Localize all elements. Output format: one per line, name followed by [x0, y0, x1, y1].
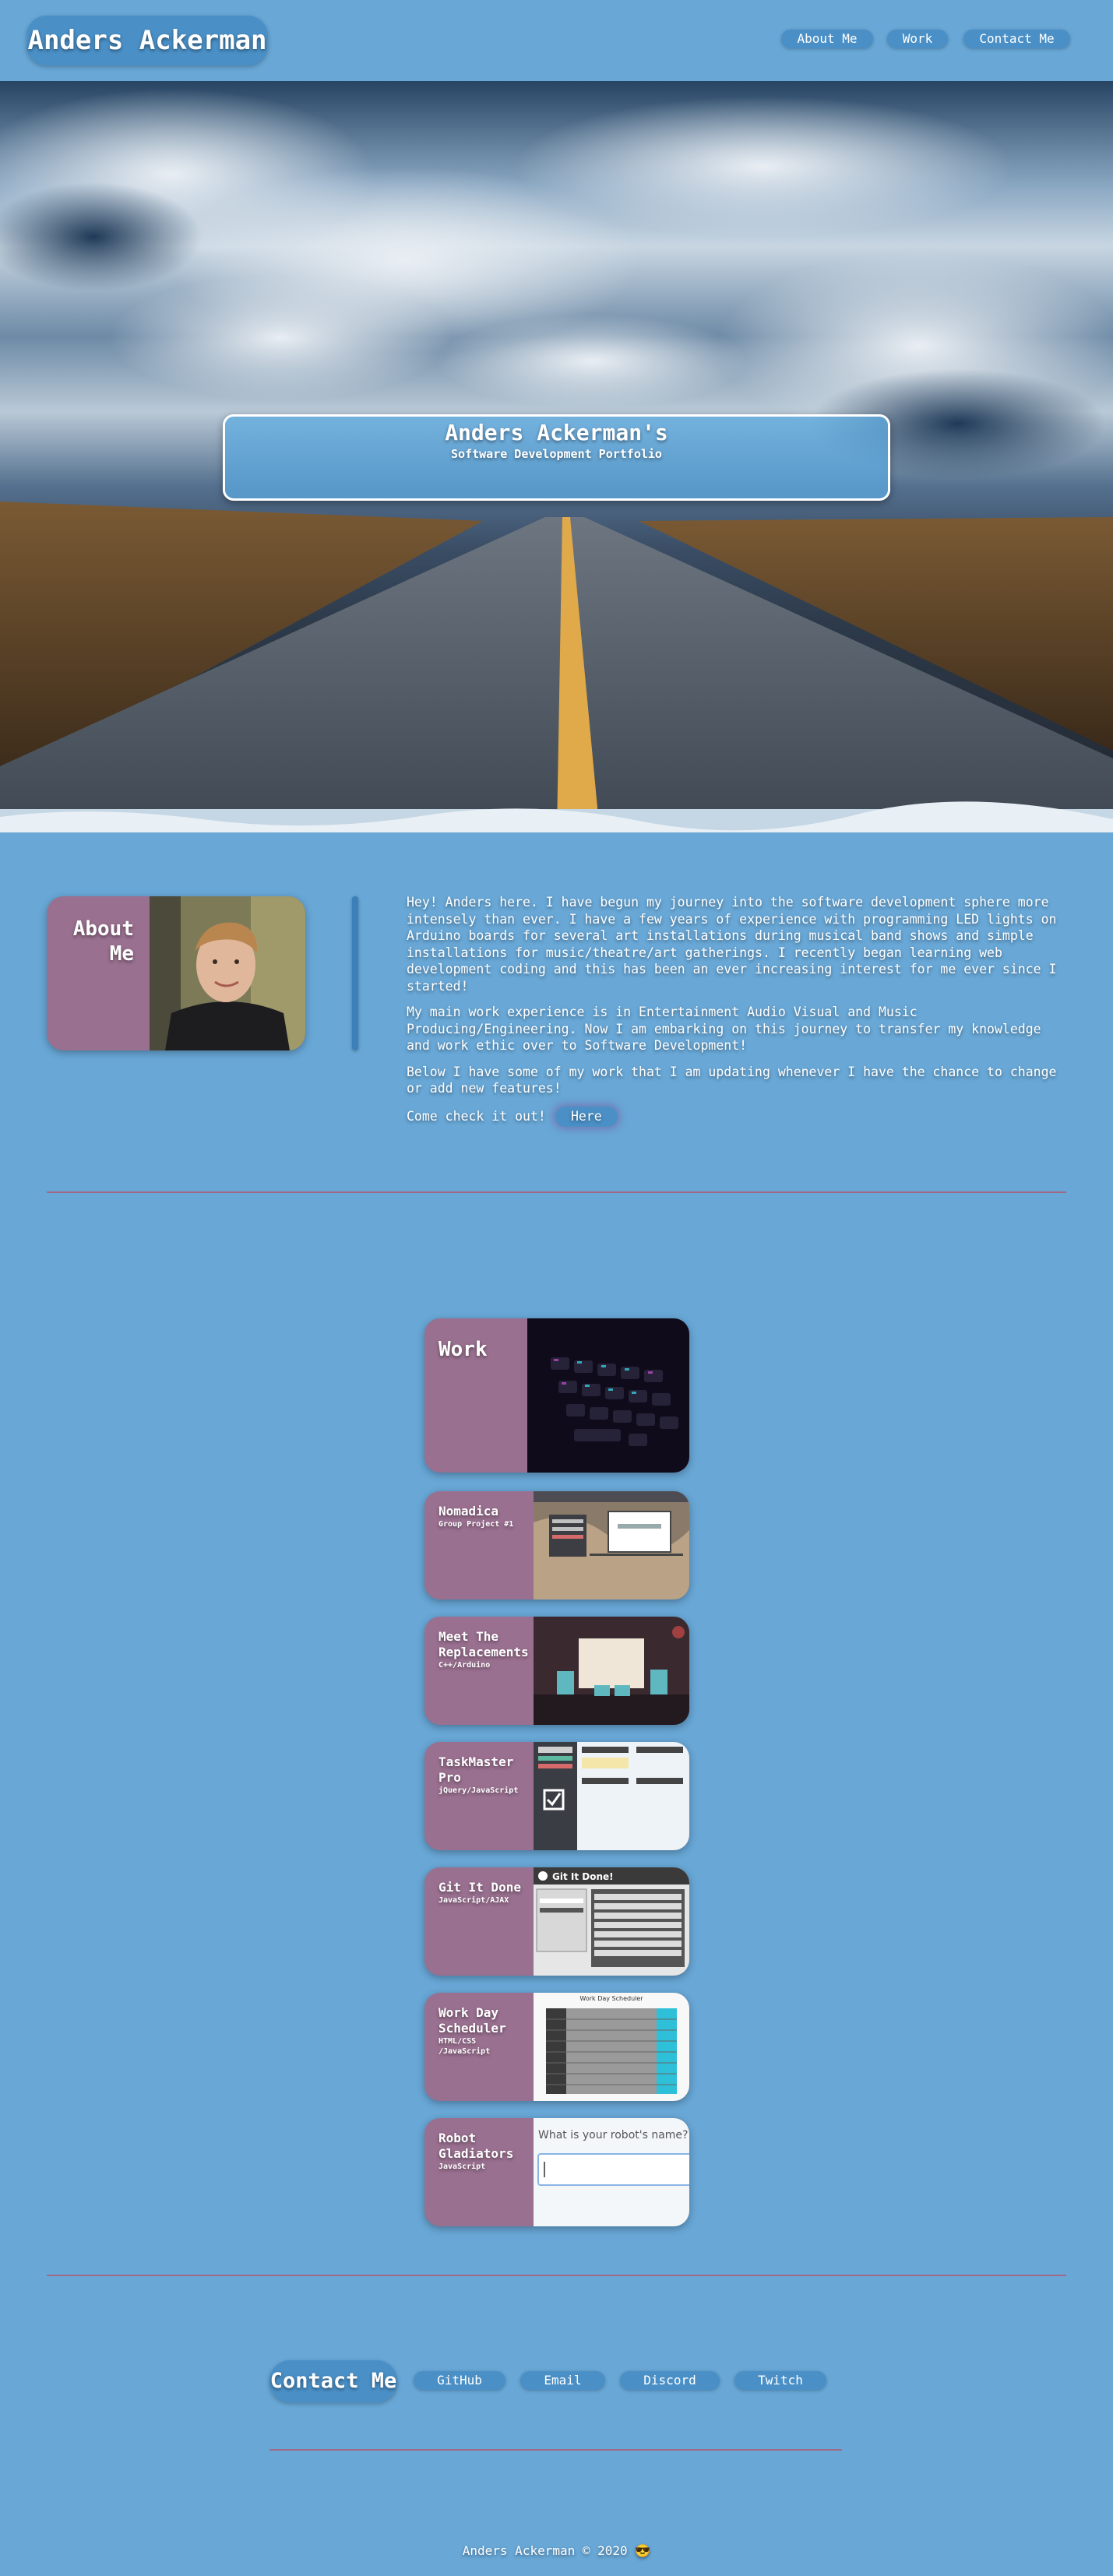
scheduler-screenshot: Work Day Scheduler — [534, 1993, 689, 2101]
site-header: Anders Ackerman About Me Work Contact Me — [0, 0, 1113, 81]
project-subtitle: JavaScript — [439, 2163, 486, 2171]
email-link[interactable]: Email — [520, 2371, 605, 2390]
footer-copyright: Anders Ackerman © 2020 😎 — [462, 2543, 651, 2558]
twitch-link[interactable]: Twitch — [734, 2371, 826, 2390]
project-subtitle: HTML/CSS /JavaScript — [439, 2037, 491, 2056]
about-text: Hey! Anders here. I have begun my journe… — [407, 894, 1061, 1136]
here-button[interactable]: Here — [555, 1106, 618, 1127]
git-it-done-heading: Git It Done! — [552, 1871, 614, 1882]
section-divider — [47, 1191, 1066, 1193]
project-title: Nomadica — [439, 1504, 499, 1519]
contact-title: Contact Me — [269, 2360, 397, 2402]
nav-contact-me[interactable]: Contact Me — [963, 30, 1070, 48]
hero-subtitle: Software Development Portfolio — [451, 447, 662, 461]
contact-divider — [269, 2449, 842, 2451]
about-paragraph: Hey! Anders here. I have begun my journe… — [407, 895, 1057, 994]
project-title: Work Day Scheduler — [439, 2005, 506, 2036]
nav-work[interactable]: Work — [887, 30, 948, 48]
project-card-robot-gladiators[interactable]: Robot Gladiators JavaScript What is your… — [424, 2118, 689, 2226]
project-label: Meet The Replacements C++/Arduino — [439, 1629, 532, 1670]
hero-title: Anders Ackerman's — [445, 420, 668, 445]
project-label: Nomadica Group Project #1 — [439, 1504, 524, 1529]
taskmaster-screenshot — [534, 1742, 689, 1850]
stage-screenshot — [534, 1617, 689, 1725]
robot-gladiators-screenshot: What is your robot's name? — [534, 2118, 689, 2226]
project-card-nomadica[interactable]: Nomadica Group Project #1 — [424, 1491, 689, 1599]
project-subtitle: jQuery/JavaScript — [439, 1786, 519, 1795]
robot-name-prompt: What is your robot's name? — [538, 2129, 688, 2141]
section-divider — [47, 2275, 1066, 2276]
project-title: TaskMaster Pro — [439, 1754, 514, 1785]
profile-photo — [150, 896, 305, 1050]
keyboard-image — [527, 1318, 689, 1473]
brand-logo[interactable]: Anders Ackerman — [26, 16, 268, 65]
work-label: Work — [439, 1339, 488, 1360]
about-paragraph: My main work experience is in Entertainm… — [407, 1005, 1041, 1053]
cta-text: Come check it out! — [407, 1108, 546, 1124]
nav-about-me[interactable]: About Me — [781, 30, 873, 48]
about-card: About Me — [47, 896, 305, 1050]
discord-link[interactable]: Discord — [620, 2371, 720, 2390]
hero-section: Anders Ackerman's Software Development P… — [0, 81, 1113, 832]
project-title: Meet The Replacements — [439, 1629, 529, 1659]
project-title: Git It Done — [439, 1880, 521, 1895]
work-header-card: Work — [424, 1318, 689, 1473]
project-label: Git It Done JavaScript/AJAX — [439, 1880, 524, 1906]
project-card-work-day-scheduler[interactable]: Work Day Scheduler HTML/CSS /JavaScript … — [424, 1993, 689, 2101]
about-divider-bar — [352, 896, 358, 1050]
git-it-done-screenshot: Git It Done! — [534, 1867, 689, 1976]
project-label: Robot Gladiators JavaScript — [439, 2131, 524, 2172]
github-link[interactable]: GitHub — [414, 2371, 505, 2390]
scheduler-heading: Work Day Scheduler — [579, 1995, 643, 2002]
project-card-git-it-done[interactable]: Git It Done JavaScript/AJAX Git It Done! — [424, 1867, 689, 1976]
nomadica-screenshot — [534, 1491, 689, 1599]
work-title: Work — [439, 1338, 488, 1361]
project-subtitle: C++/Arduino — [439, 1661, 491, 1670]
project-card-meet-the-replacements[interactable]: Meet The Replacements C++/Arduino — [424, 1617, 689, 1725]
hero-banner: Anders Ackerman's Software Development P… — [223, 414, 890, 501]
project-card-taskmaster-pro[interactable]: TaskMaster Pro jQuery/JavaScript — [424, 1742, 689, 1850]
project-title: Robot Gladiators — [439, 2131, 514, 2161]
project-subtitle: JavaScript/AJAX — [439, 1896, 509, 1905]
project-label: TaskMaster Pro jQuery/JavaScript — [439, 1754, 524, 1796]
project-subtitle: Group Project #1 — [439, 1520, 514, 1529]
about-label: About Me — [72, 917, 134, 966]
about-cta: Come check it out! Here — [407, 1106, 1061, 1127]
about-paragraph: Below I have some of my work that I am u… — [407, 1064, 1057, 1096]
project-label: Work Day Scheduler HTML/CSS /JavaScript — [439, 2005, 524, 2057]
